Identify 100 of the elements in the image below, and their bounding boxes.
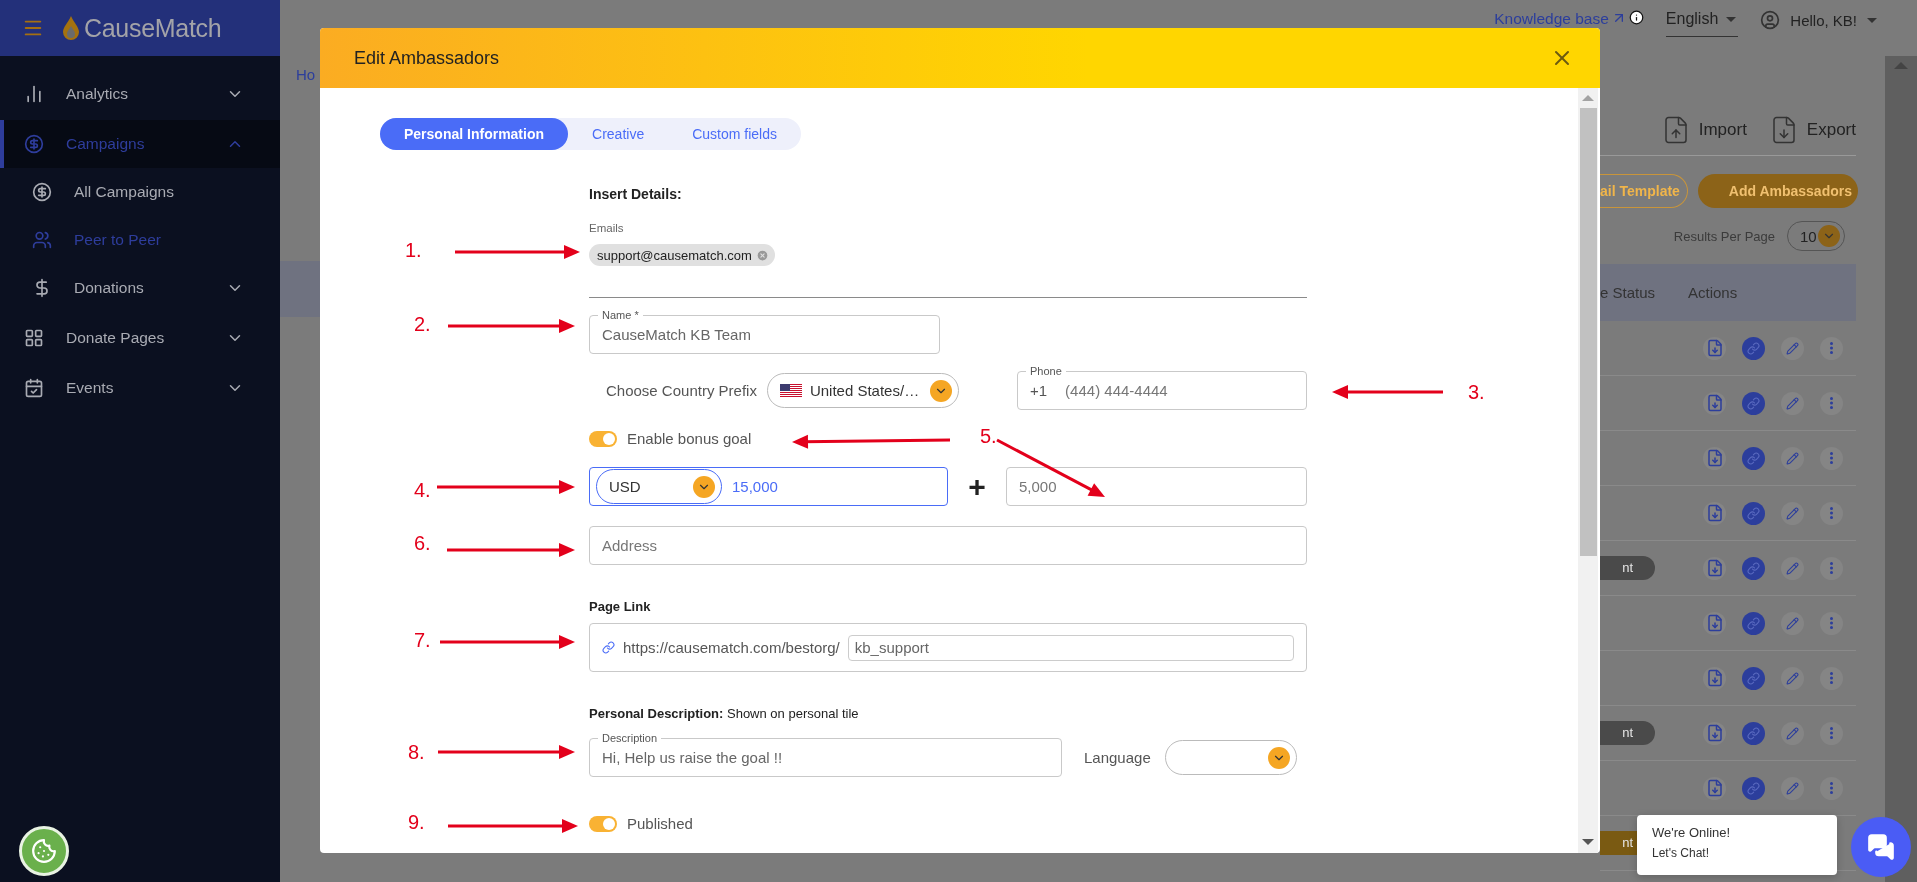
more-button[interactable]	[1820, 776, 1843, 800]
link-button[interactable]	[1742, 666, 1765, 690]
link-base: https://causematch.com/bestorg/	[623, 639, 840, 656]
tab[interactable]: Creative	[568, 118, 669, 150]
edit-button[interactable]	[1781, 391, 1804, 415]
address-field[interactable]: Address	[589, 526, 1307, 565]
phone-label: Phone	[1026, 364, 1066, 378]
more-button[interactable]	[1820, 336, 1843, 360]
more-button[interactable]	[1820, 721, 1843, 745]
description-input[interactable]: Hi, Help us raise the goal !!	[602, 749, 1049, 766]
email-chip[interactable]: support@causematch.com	[589, 244, 775, 266]
export-button[interactable]: Export	[1768, 115, 1856, 145]
language-select[interactable]: English	[1665, 10, 1739, 37]
file-download-icon	[1705, 559, 1724, 577]
cookie-button[interactable]	[19, 826, 69, 876]
nav-item[interactable]: Donate Pages	[0, 314, 280, 362]
phone-input[interactable]: (444) 444-4444	[1065, 382, 1294, 399]
download-button[interactable]	[1703, 446, 1726, 470]
more-button[interactable]	[1820, 391, 1843, 415]
address-input[interactable]: Address	[602, 537, 1294, 554]
link-button[interactable]	[1742, 611, 1765, 635]
link-icon	[1747, 726, 1760, 740]
scrollbar[interactable]	[1578, 88, 1598, 853]
brand-name: CauseMatch	[84, 13, 222, 43]
emails-field[interactable]: Emails support@causematch.com	[589, 218, 1307, 298]
download-button[interactable]	[1703, 336, 1726, 360]
annotation-number: 1.	[405, 238, 422, 262]
annotation-number: 5.	[980, 424, 997, 448]
bonus-goal-toggle[interactable]	[589, 430, 617, 447]
nav-subitem[interactable]: All Campaigns	[0, 168, 280, 216]
column-header: Actions	[1688, 284, 1739, 301]
chat-bubble[interactable]: We're Online! Let's Chat!	[1637, 815, 1837, 875]
file-download-icon	[1705, 449, 1724, 467]
remove-icon[interactable]	[755, 248, 769, 262]
nav-label: Analytics	[66, 85, 130, 103]
goal-input[interactable]: 15,000	[732, 478, 935, 495]
more-button[interactable]	[1820, 446, 1843, 470]
edit-button[interactable]	[1781, 721, 1804, 745]
download-button[interactable]	[1703, 721, 1726, 745]
tab[interactable]: Personal Information	[380, 118, 569, 150]
nav-item[interactable]: Events	[0, 364, 280, 412]
edit-button[interactable]	[1781, 446, 1804, 470]
bonus-goal-label: Enable bonus goal	[627, 430, 752, 447]
link-icon	[1747, 561, 1760, 575]
link-button[interactable]	[1742, 446, 1765, 470]
scrollbar[interactable]	[1885, 56, 1917, 882]
plus-sign: +	[967, 469, 987, 504]
more-icon	[1830, 562, 1833, 574]
bonus-field[interactable]: 5,000	[1006, 467, 1307, 506]
name-label: Name *	[598, 308, 643, 322]
edit-button[interactable]	[1781, 776, 1804, 800]
link-icon	[1747, 396, 1760, 410]
edit-button[interactable]	[1781, 501, 1804, 525]
user-menu[interactable]: Hello, KB!	[1760, 10, 1877, 30]
chat-subtitle: Let's Chat!	[1652, 846, 1710, 860]
name-input[interactable]: CauseMatch KB Team	[602, 326, 927, 343]
link-button[interactable]	[1742, 501, 1765, 525]
link-icon	[602, 641, 615, 654]
download-button[interactable]	[1703, 776, 1726, 800]
caret-icon	[1867, 17, 1877, 23]
add-ambassadors-button[interactable]: Add Ambassadors	[1698, 174, 1858, 208]
download-button[interactable]	[1703, 611, 1726, 635]
edit-button[interactable]	[1781, 611, 1804, 635]
page-link-field[interactable]: https://causematch.com/bestorg/ kb_support	[589, 623, 1307, 672]
more-button[interactable]	[1820, 666, 1843, 690]
link-button[interactable]	[1742, 721, 1765, 745]
link-icon	[1747, 341, 1760, 355]
nav-subitem[interactable]: Donations	[0, 264, 280, 312]
published-toggle[interactable]	[589, 815, 617, 832]
download-button[interactable]	[1703, 391, 1726, 415]
annotation-number: 8.	[408, 740, 425, 764]
info-icon[interactable]	[1628, 10, 1644, 25]
edit-button[interactable]	[1781, 666, 1804, 690]
country-value: United States/…	[809, 382, 921, 399]
download-button[interactable]	[1703, 666, 1726, 690]
download-button[interactable]	[1703, 501, 1726, 525]
nav-label: Donate Pages	[66, 329, 166, 347]
grid-icon	[24, 328, 44, 348]
chevron-down-icon	[693, 475, 715, 498]
slug-field[interactable]: kb_support	[847, 634, 1294, 661]
edit-button[interactable]	[1781, 336, 1804, 360]
edit-button[interactable]	[1781, 556, 1804, 580]
goal-field[interactable]: USD 15,000	[589, 467, 948, 506]
import-button[interactable]: Import	[1660, 115, 1747, 145]
tab[interactable]: Custom fields	[668, 118, 801, 150]
more-button[interactable]	[1820, 556, 1843, 580]
more-button[interactable]	[1820, 501, 1843, 525]
slug-input[interactable]: kb_support	[854, 639, 1287, 656]
nav-item[interactable]: Analytics	[0, 70, 280, 118]
bonus-input[interactable]: 5,000	[1019, 478, 1294, 495]
link-button[interactable]	[1742, 336, 1765, 360]
link-button[interactable]	[1742, 776, 1765, 800]
link-button[interactable]	[1742, 391, 1765, 415]
pencil-icon	[1786, 341, 1799, 355]
link-button[interactable]	[1742, 556, 1765, 580]
download-button[interactable]	[1703, 556, 1726, 580]
calendar-icon	[24, 378, 44, 398]
drop-logo-icon	[62, 15, 80, 41]
more-button[interactable]	[1820, 611, 1843, 635]
scroll-up-icon[interactable]	[1894, 62, 1908, 69]
